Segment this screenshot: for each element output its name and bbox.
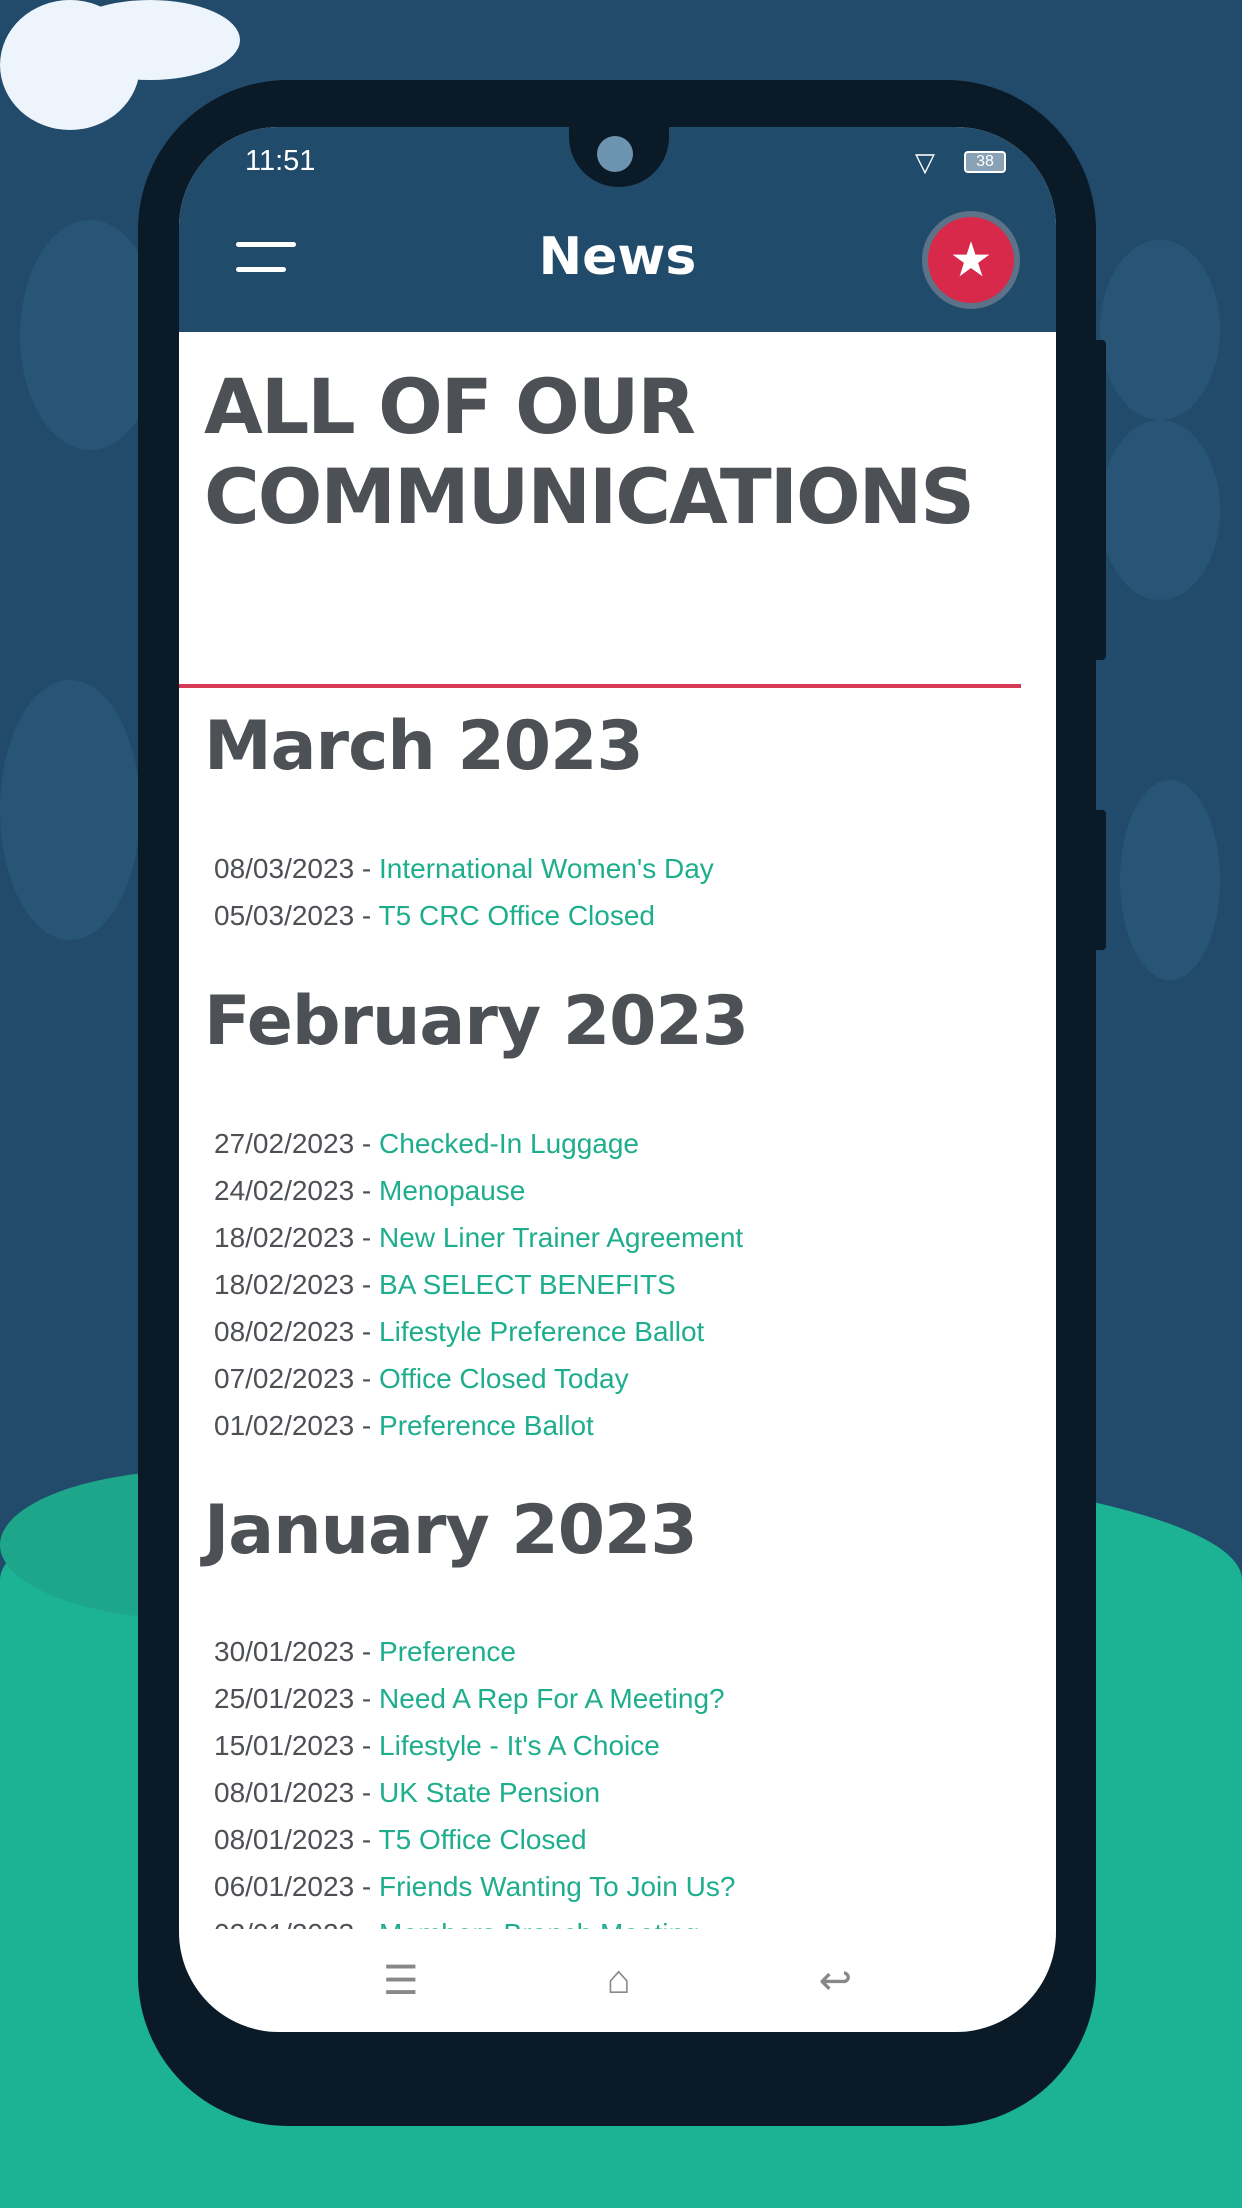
month-heading: March 2023 — [204, 707, 644, 786]
list-item: 30/01/2023 - Preference — [214, 1636, 516, 1667]
home-icon[interactable]: ⌂ — [607, 1958, 631, 2003]
news-list: 30/01/2023 - Preference 25/01/2023 - Nee… — [214, 1628, 735, 1929]
news-link[interactable]: Lifestyle Preference Ballot — [379, 1316, 704, 1347]
bassa-logo[interactable]: ★ — [922, 211, 1020, 309]
list-item: 08/02/2023 - Lifestyle Preference Ballot — [214, 1316, 705, 1347]
news-list: 08/03/2023 - International Women's Day 0… — [214, 845, 714, 939]
news-link[interactable]: BA SELECT BENEFITS — [379, 1269, 676, 1300]
cloud-decoration — [60, 0, 240, 80]
list-item: 15/01/2023 - Lifestyle - It's A Choice — [214, 1730, 660, 1761]
recents-icon[interactable]: ☰ — [383, 1958, 419, 2004]
list-item: 08/01/2023 - UK State Pension — [214, 1777, 601, 1808]
list-item: 25/01/2023 - Need A Rep For A Meeting? — [214, 1683, 725, 1714]
phone-side-button — [1092, 340, 1106, 660]
news-link[interactable]: International Women's Day — [379, 853, 714, 884]
background-blob — [1100, 240, 1220, 420]
list-item: 27/02/2023 - Checked-In Luggage — [214, 1128, 640, 1159]
divider — [179, 684, 1021, 688]
list-item: 01/02/2023 - Preference Ballot — [214, 1410, 594, 1441]
system-nav-bar: ☰ ⌂ ↩ — [179, 1929, 1056, 2032]
news-link[interactable]: New Liner Trainer Agreement — [379, 1222, 743, 1253]
back-icon[interactable]: ↩ — [819, 1958, 853, 2004]
status-time: 11:51 — [245, 145, 316, 177]
list-item: 07/02/2023 - Office Closed Today — [214, 1363, 629, 1394]
news-link[interactable]: Preference Ballot — [379, 1410, 594, 1441]
news-link[interactable]: UK State Pension — [379, 1777, 600, 1808]
news-link[interactable]: Lifestyle - It's A Choice — [379, 1730, 660, 1761]
news-link[interactable]: Preference — [379, 1636, 516, 1667]
news-link[interactable]: T5 CRC Office Closed — [379, 900, 655, 931]
list-item: 06/01/2023 - Friends Wanting To Join Us? — [214, 1871, 736, 1902]
news-link[interactable]: Members Branch Meeting — [379, 1918, 700, 1929]
background-blob — [0, 680, 140, 940]
news-link[interactable]: Checked-In Luggage — [379, 1128, 639, 1159]
news-link[interactable]: Menopause — [379, 1175, 525, 1206]
camera-icon — [597, 136, 633, 172]
news-content[interactable]: ALL OF OUR COMMUNICATIONS March 2023 08/… — [179, 332, 1056, 1929]
background-blob — [1120, 780, 1220, 980]
list-item: 08/03/2023 - International Women's Day — [214, 853, 714, 884]
phone-side-button — [1092, 810, 1106, 950]
news-link[interactable]: T5 Office Closed — [379, 1824, 587, 1855]
battery-icon: 38 — [964, 151, 1006, 173]
news-link[interactable]: Need A Rep For A Meeting? — [379, 1683, 725, 1714]
list-item: 05/03/2023 - T5 CRC Office Closed — [214, 900, 655, 931]
news-link[interactable]: Friends Wanting To Join Us? — [379, 1871, 735, 1902]
list-item: 24/02/2023 - Menopause — [214, 1175, 526, 1206]
list-item: 08/01/2023 - T5 Office Closed — [214, 1824, 587, 1855]
month-heading: February 2023 — [204, 982, 749, 1061]
background-blob — [1100, 420, 1220, 600]
wifi-icon: ▽ — [915, 147, 935, 177]
news-list: 27/02/2023 - Checked-In Luggage 24/02/20… — [214, 1120, 743, 1449]
list-item: 02/01/2023 - Members Branch Meeting — [214, 1910, 735, 1929]
list-item: 18/02/2023 - New Liner Trainer Agreement — [214, 1222, 744, 1253]
news-link[interactable]: Office Closed Today — [379, 1363, 629, 1394]
app-screen: 11:51 ▽ 38 News ★ ALL OF OUR COMMUNICATI… — [179, 127, 1056, 2032]
month-heading: January 2023 — [204, 1491, 698, 1570]
page-title: ALL OF OUR COMMUNICATIONS — [204, 362, 975, 541]
list-item: 18/02/2023 - BA SELECT BENEFITS — [214, 1269, 676, 1300]
